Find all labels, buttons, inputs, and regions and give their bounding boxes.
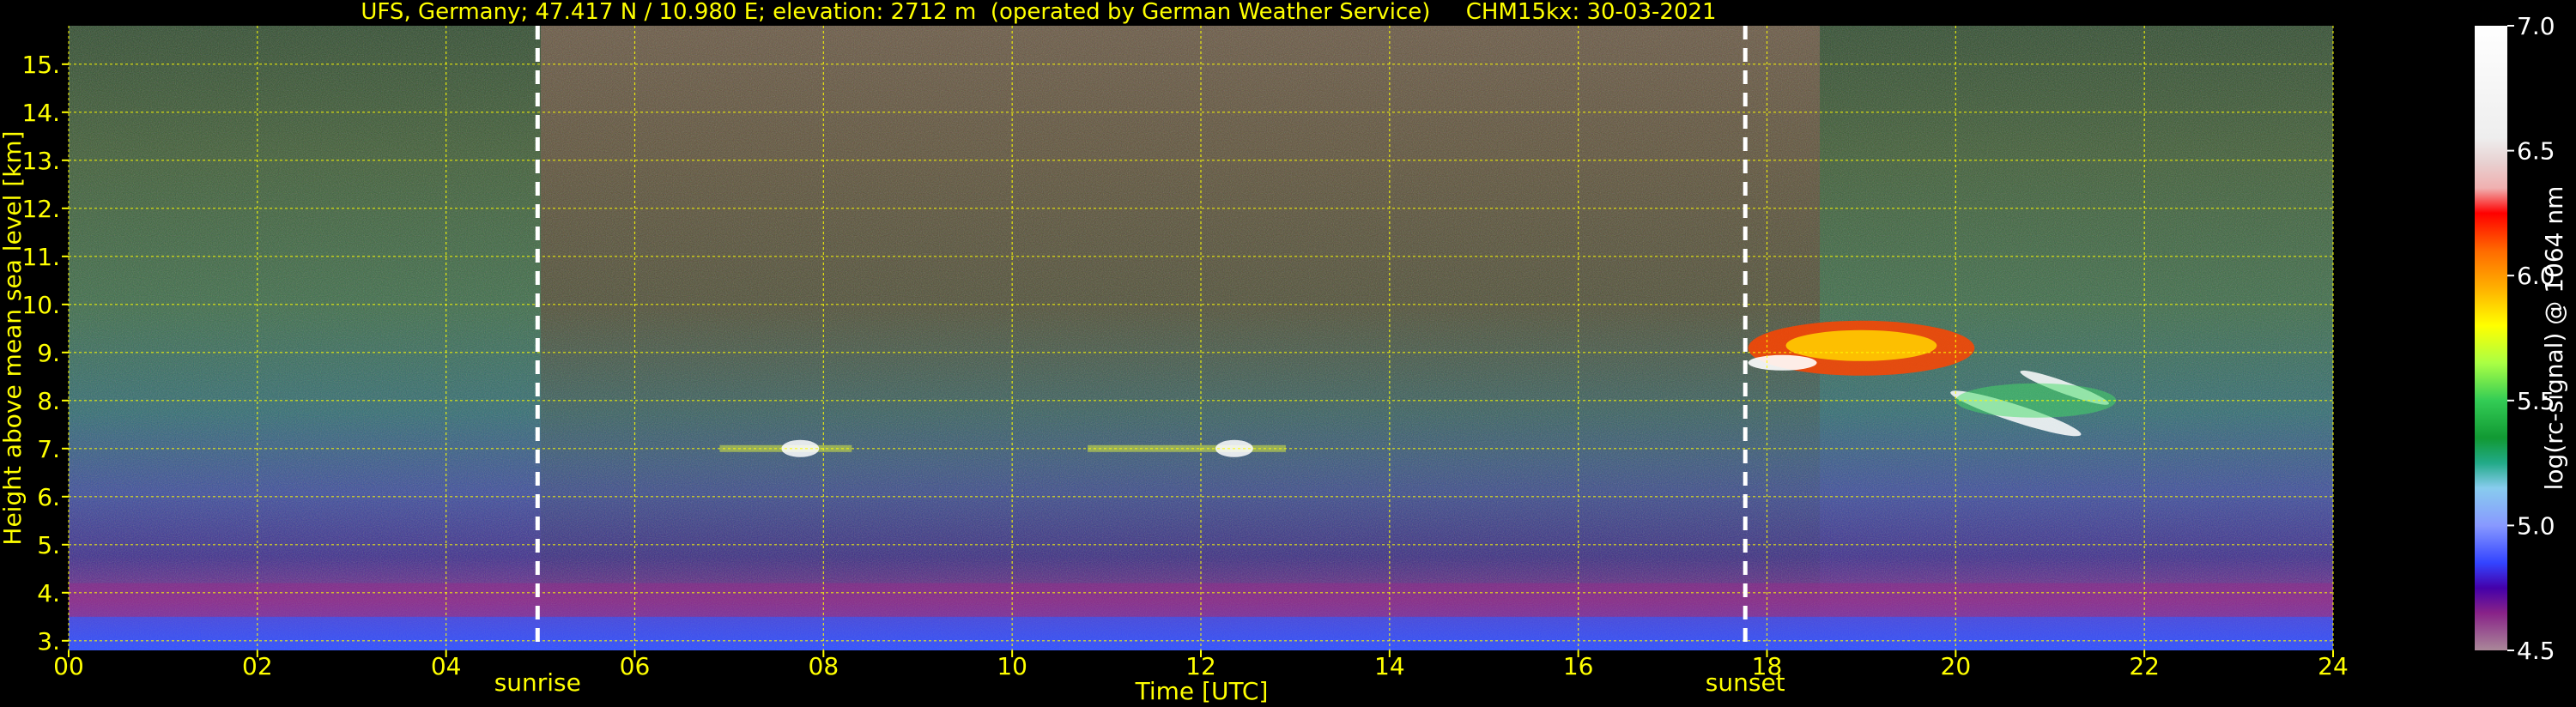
feature-cloud-edge — [1748, 354, 1817, 371]
y-tick-label: 6. — [37, 483, 60, 511]
colorbar-tick-label: 6.5 — [2517, 137, 2555, 166]
plot-area — [68, 26, 2334, 650]
x-tick-label: 24 — [2318, 652, 2349, 680]
colorbar-scale — [2475, 26, 2507, 650]
y-tick-label: 11. — [21, 243, 60, 271]
y-tick-label: 9. — [37, 339, 60, 367]
x-tick-label: 14 — [1374, 652, 1405, 680]
y-tick-label: 14. — [21, 99, 60, 127]
colorbar-tick-label: 5.0 — [2517, 511, 2555, 540]
chart-title: UFS, Germany; 47.417 N / 10.980 E; eleva… — [361, 0, 1716, 25]
ceilometer-chart: sunrise sunset00 02 04 06 08 10 12 14 16 18 20 22 243… — [0, 0, 2568, 705]
x-tick-label: 02 — [242, 652, 273, 680]
y-tick-label: 15. — [21, 51, 60, 79]
colorbar-label: log(rc-signal) @ 1064 nm — [2540, 186, 2568, 491]
colorbar-tick-label: 7.0 — [2517, 12, 2555, 40]
x-tick-label: 04 — [431, 652, 462, 680]
feature-cloud-core — [1785, 329, 1937, 361]
y-tick-label: 7. — [37, 435, 60, 463]
x-tick-label: 10 — [997, 652, 1027, 680]
y-tick-label: 3. — [37, 627, 60, 656]
y-axis-label: Height above mean sea level [km] — [0, 130, 27, 545]
x-tick-label: 00 — [53, 652, 84, 680]
x-tick-label: 06 — [620, 652, 651, 680]
y-tick-label: 5. — [37, 531, 60, 559]
x-tick-label: 16 — [1563, 652, 1594, 680]
y-tick-label: 12. — [21, 195, 60, 223]
y-tick-label: 10. — [21, 291, 60, 319]
marker-label-sunrise: sunrise — [494, 668, 581, 697]
y-tick-label: 8. — [37, 387, 60, 415]
x-tick-label: 08 — [809, 652, 839, 680]
colorbar: 7.06.56.05.55.04.5 log(rc-signal) @ 1064… — [2475, 12, 2568, 665]
x-tick-label: 22 — [2129, 652, 2160, 680]
colorbar-tick-label: 4.5 — [2517, 637, 2555, 665]
y-tick-label: 13. — [21, 147, 60, 175]
x-tick-label: 18 — [1752, 652, 1783, 680]
x-axis-label: Time [UTC] — [1135, 677, 1269, 705]
x-tick-label: 20 — [1941, 652, 1972, 680]
y-tick-label: 4. — [37, 579, 60, 607]
